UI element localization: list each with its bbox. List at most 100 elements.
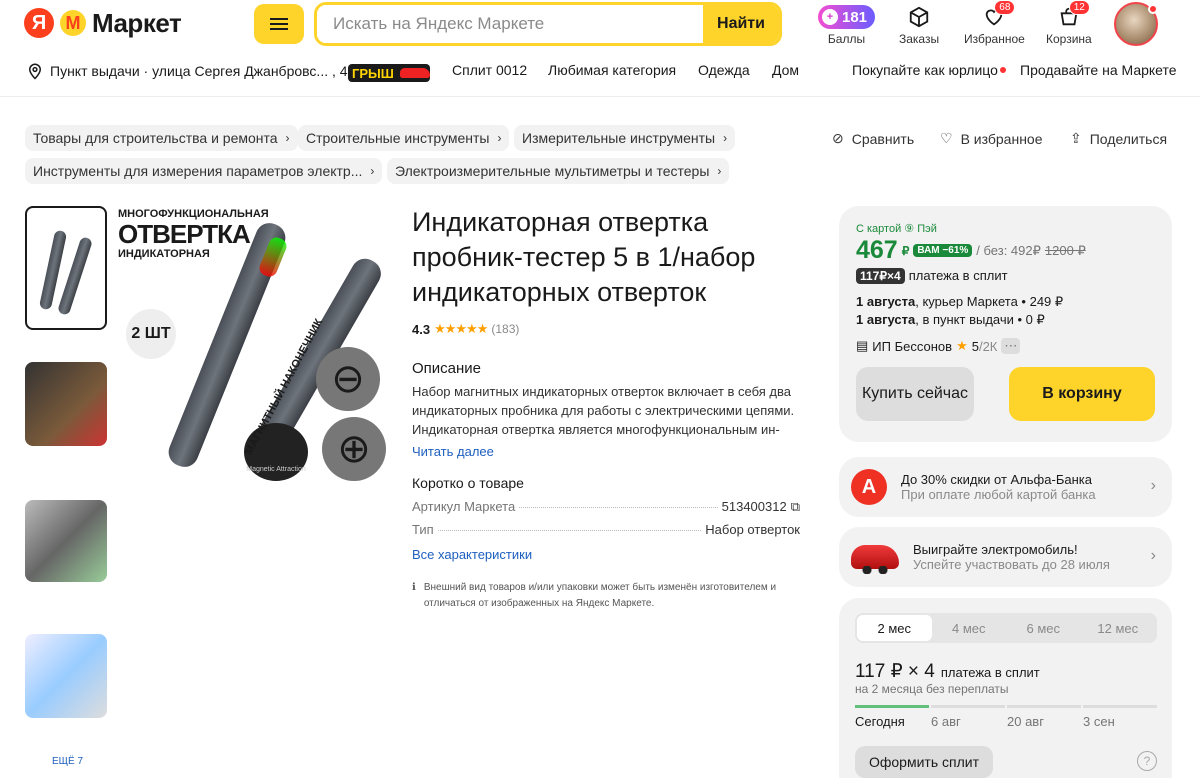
all-specs-link[interactable]: Все характеристики — [412, 547, 532, 562]
legal-text: Покупайте как юрлицо — [852, 62, 998, 78]
more-photos-link[interactable]: ЕЩЁ 7 — [52, 756, 83, 767]
delivery-pickup: 1 августа, в пункт выдачи • 0 ₽ — [856, 312, 1045, 328]
short-info-heading: Коротко о товаре — [412, 475, 524, 491]
breadcrumb-item[interactable]: Измерительные инструменты › — [514, 125, 736, 151]
pickup-point[interactable]: Пункт выдачи · улица Сергея Джанбровс...… — [26, 62, 348, 80]
breadcrumb-item[interactable]: Строительные инструменты › — [298, 125, 510, 151]
hamburger-icon — [270, 23, 288, 25]
breadcrumb-label: Строительные инструменты — [306, 130, 490, 146]
spec-key: Артикул Маркета — [412, 499, 516, 514]
spec-key: Тип — [412, 522, 434, 537]
star-icon: ★ — [956, 338, 968, 353]
delivery-courier: 1 августа, курьер Маркета • 249 ₽ — [856, 294, 1063, 310]
card-price-label: С картой ⑨ Пэй — [856, 223, 937, 235]
buy-now-button[interactable]: Купить сейчас — [856, 367, 974, 421]
chevron-right-icon: › — [1150, 477, 1156, 494]
image-caption: ОТВЕРТКА — [118, 219, 251, 249]
compare-icon: ⊘ — [832, 130, 844, 146]
tab-4-months[interactable]: 4 мес — [932, 615, 1007, 641]
split-tabs: 2 мес 4 мес 6 мес 12 мес — [855, 613, 1157, 643]
orders-label: Заказы — [899, 32, 940, 46]
location-pin-icon — [28, 63, 42, 80]
add-favorite-button[interactable]: ♡ В избранное — [940, 130, 1043, 147]
price-without-card: / без: 492₽ — [976, 242, 1041, 258]
orders-link[interactable]: Заказы — [899, 4, 939, 46]
gallery-thumb[interactable] — [25, 634, 107, 718]
search-input[interactable] — [317, 5, 703, 43]
seller-name: ИП Бессонов — [872, 338, 953, 354]
gallery-thumb[interactable] — [25, 206, 107, 330]
sell-link[interactable]: Продавайте на Маркете — [1020, 62, 1177, 78]
cart-link[interactable]: 12 Корзина — [1046, 0, 1092, 46]
spec-value: Набор отверток — [705, 522, 800, 537]
car-promo[interactable]: Выиграйте электромобиль! Успейте участвов… — [839, 527, 1172, 587]
promo-sub: Успейте участвовать до 28 июля — [913, 557, 1110, 572]
more-icon[interactable]: ⋯ — [1001, 338, 1021, 354]
reviews-count: (183) — [491, 322, 520, 336]
catalog-menu-button[interactable] — [254, 4, 304, 44]
copy-icon[interactable]: ⧉ — [791, 499, 800, 515]
tab-6-months[interactable]: 6 мес — [1006, 615, 1081, 641]
nav-item-clothes[interactable]: Одежда — [698, 62, 750, 78]
legal-entity-link[interactable]: Покупайте как юрлицо — [852, 62, 1006, 78]
main-product-image[interactable]: МНОГОФУНКЦИОНАЛЬНАЯ ОТВЕРТКА ИНДИКАТОРНА… — [112, 205, 392, 485]
schedule-item: 3 сен — [1083, 705, 1157, 729]
chevron-right-icon: › — [370, 164, 375, 178]
cross-tip-icon: ⊕ — [322, 417, 386, 481]
delivery-text: , в пункт выдачи • 0 ₽ — [915, 312, 1045, 327]
nav-item-home[interactable]: Дом — [772, 62, 799, 78]
read-more-link[interactable]: Читать далее — [412, 444, 494, 459]
promo-banner[interactable]: ГРЫШ — [348, 64, 430, 82]
nav-item-favorite-category[interactable]: Любимая категория — [548, 62, 676, 78]
cart-icon: 12 — [1058, 0, 1090, 30]
car-icon — [399, 68, 430, 78]
delivery-date: 1 августа — [856, 294, 916, 309]
tab-2-months[interactable]: 2 мес — [857, 615, 932, 641]
balls-link[interactable]: +181 Баллы — [818, 4, 876, 46]
split-info[interactable]: 117₽×4 платежа в сплит — [856, 268, 1008, 284]
breadcrumb-item[interactable]: Электроизмерительные мультиметры и тесте… — [387, 158, 730, 184]
search-button[interactable]: Найти — [703, 5, 779, 43]
favorites-link[interactable]: 68 Избранное — [964, 0, 1025, 46]
market-m-icon: M — [60, 10, 86, 36]
gallery-thumb[interactable] — [25, 500, 107, 582]
schedule-item: 20 авг — [1007, 705, 1081, 729]
balls-label: Баллы — [827, 32, 866, 46]
schedule-item: Сегодня — [855, 705, 929, 729]
spec-value: 513400312 — [721, 499, 787, 514]
add-to-cart-button[interactable]: В корзину — [1009, 367, 1155, 421]
breadcrumb-item[interactable]: Товары для строительства и ремонта › — [25, 125, 298, 151]
breadcrumb-label: Товары для строительства и ремонта — [33, 130, 278, 146]
seller-info[interactable]: ▤ ИП Бессонов ★ 5/2К ⋯ — [856, 338, 1021, 354]
share-icon: ⇪ — [1070, 130, 1082, 146]
market-logo[interactable]: Я M Маркет — [24, 8, 182, 38]
split-amount-suffix: платежа в сплит — [940, 665, 1040, 680]
apply-split-button[interactable]: Оформить сплит — [855, 746, 993, 778]
compare-label: Сравнить — [851, 130, 915, 147]
balls-badge: +181 — [818, 5, 876, 29]
info-icon: ℹ — [412, 582, 416, 593]
nav-item-split[interactable]: Сплит 0012 — [452, 62, 527, 78]
compare-button[interactable]: ⊘ Сравнить — [832, 130, 914, 147]
split-subtitle: на 2 месяца без переплаты — [855, 682, 1009, 696]
tab-12-months[interactable]: 12 мес — [1081, 615, 1156, 641]
favorite-label: В избранное — [960, 130, 1043, 147]
cart-label: Корзина — [1046, 32, 1092, 46]
gallery-thumb[interactable] — [25, 362, 107, 446]
share-button[interactable]: ⇪ Поделиться — [1070, 130, 1167, 147]
schedule-item: 6 авг — [931, 705, 1005, 729]
rating-block[interactable]: 4.3 ★★★★★ (183) — [412, 321, 519, 337]
breadcrumb-item[interactable]: Инструменты для измерения параметров эле… — [25, 158, 383, 184]
image-caption: ИНДИКАТОРНАЯ — [118, 248, 210, 260]
rating-value: 4.3 — [412, 321, 431, 337]
alfa-promo[interactable]: А До 30% скидки от Альфа-Банка При оплате… — [839, 457, 1172, 517]
header-divider — [0, 96, 1200, 97]
box-icon — [908, 4, 930, 30]
seller-reviews: /2К — [978, 338, 998, 354]
help-icon[interactable]: ? — [1137, 751, 1157, 771]
thumb-image — [29, 210, 103, 326]
rating-stars-icon: ★★★★★ — [434, 321, 488, 336]
spec-row: Артикул Маркета 513400312 ⧉ — [412, 499, 800, 515]
split-price-tag: 117₽×4 — [856, 268, 905, 284]
seller-rating: 5 — [971, 338, 979, 354]
